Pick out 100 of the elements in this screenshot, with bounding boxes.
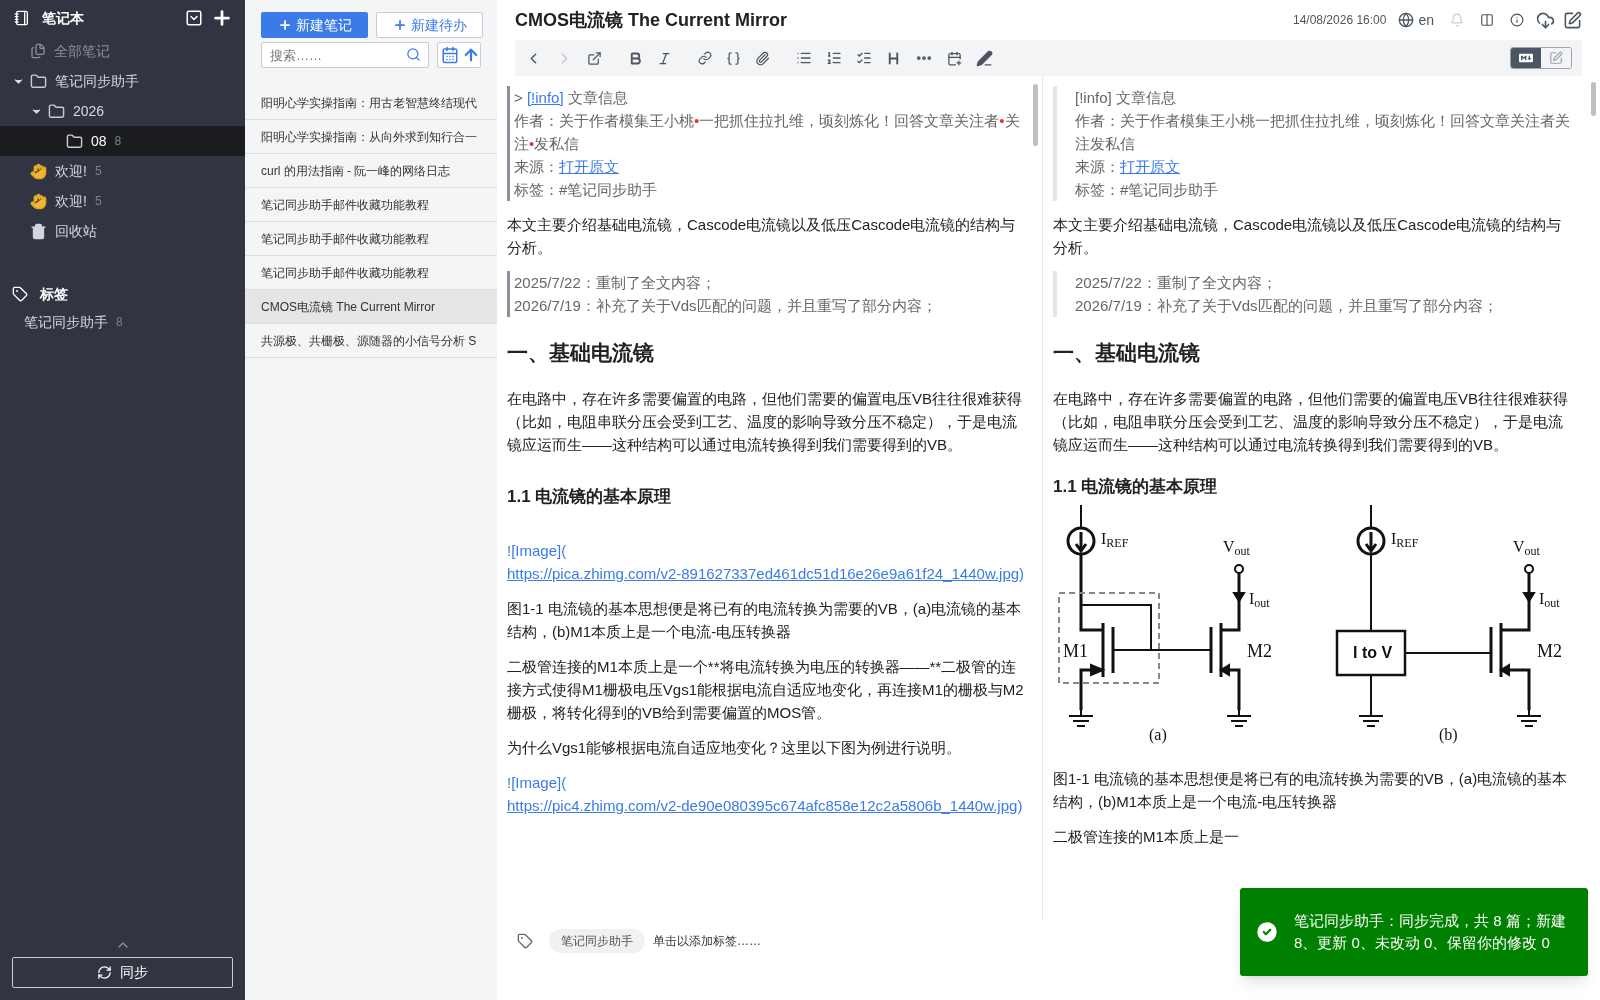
tags-title: 标签 [40,284,68,304]
notebook-item[interactable]: 欢迎! 5 [0,156,245,186]
search-field[interactable]: 搜索…… [261,42,429,68]
external-link-icon[interactable] [587,50,602,66]
trash-icon [30,222,47,240]
add-icon[interactable] [211,7,233,29]
calendar-icon[interactable] [441,46,459,64]
tag-chip[interactable]: 笔记同步助手 [549,929,645,953]
transistor-label: M2 [1247,642,1272,660]
italic-icon[interactable] [657,50,672,66]
insert-date-icon[interactable] [947,50,962,66]
numbered-list-icon[interactable] [826,50,842,66]
tag-icon [12,286,28,302]
quote-line: 标签：#笔记同步助手 [1075,180,1220,200]
paragraph: 二极管连接的M1本质上是一个**将电流转换为电压的转换器——**二极管的连接方式使得M1栅极电压Vgs1能根据电流自适应地变化，再连接M1的栅极与M2栅极，将转化得到的VB给到需要偏置的MOS管。 [507,657,1025,723]
notebook-label: 欢迎! [55,161,87,181]
new-note-button[interactable]: 新建笔记 [261,12,368,38]
quote-line: 2026/7/19：补充了关于Vds匹配的问题，并且重写了部分内容； [514,296,938,316]
note-count: 8 [114,133,122,150]
figure-caption: (a) [1149,727,1167,743]
quote-line: 标签：#笔记同步助手 [514,180,659,200]
transistor-label: M2 [1537,642,1562,660]
edit-icon [1549,51,1563,65]
hand-icon [30,192,47,210]
link[interactable]: [!info] [526,86,564,109]
quote-line: 作者：关于作者模集王小桃一把抓住拉扎维，顷刻炼化！回答文章关注者关注发私信 [1075,111,1570,154]
quote-line: 来源：打开原文 [1075,155,1570,178]
current-label: I$_{out}$ [1539,591,1560,607]
subheading: 1.1 电流镜的基本原理 [1053,475,1219,498]
cloud-download-icon[interactable] [1536,10,1555,30]
current-label: I$_{REF}$ [1101,531,1129,547]
attachment-icon[interactable] [755,50,770,66]
notebook-item[interactable]: 笔记同步助手 [0,66,245,96]
code-icon[interactable] [726,50,741,66]
notebook-label: 2026 [73,101,105,121]
notebook-label: 欢迎! [55,191,87,211]
markdown-icon [1519,51,1533,65]
bullet-list-icon[interactable] [796,50,812,66]
sync-button[interactable]: 同步 [12,957,233,988]
paragraph: ![Image]( https://pic4.zhimg.com/v2-de90e080395c674afc858e12c2a5806b_1440w.jpg) [507,771,1028,817]
quote-line: 2026/7/19：补充了关于Vds匹配的问题，并且重写了部分内容； [1075,296,1499,316]
note-count: 5 [94,193,102,210]
paragraph: 为什么Vgs1能够根据电流自适应地变化？这里以下图为例进行说明。 [507,738,963,758]
heading-icon[interactable] [886,50,901,66]
quote-line: 来源：打开原文 [514,155,1028,178]
voltage-label: V$_{out}$ [1223,539,1250,555]
link[interactable]: https://pic4.zhimg.com/v2-de90e080395c674afc858e12c2a5806b_1440w.jpg [507,794,1018,817]
checklist-icon[interactable] [856,50,872,66]
toast-message: 笔记同步助手：同步完成，共 8 篇；新建 8、更新 0、未改动 0、保留你的修改 0 [1294,911,1567,953]
sync-icon [97,965,112,980]
info-icon[interactable] [1510,13,1524,27]
quote-line: 2025/7/22：重制了全文内容； [1075,273,1278,293]
tag-icon [517,933,533,949]
notebook-item[interactable]: 全部笔记 [0,36,245,66]
notebook-item[interactable]: 08 8 [0,126,245,156]
tag-input[interactable]: 单击以添加标签…… [653,932,853,950]
check-icon [1254,919,1280,945]
heading: 一、基础电流镜 [1053,340,1201,366]
bold-icon[interactable] [628,50,643,66]
edit-icon[interactable] [1563,10,1582,30]
notebook-item[interactable]: 欢迎! 5 [0,186,245,216]
sort-icon[interactable] [462,46,480,64]
scrollbar-thumb[interactable] [1591,82,1596,116]
search-icon[interactable] [406,47,421,62]
subheading: 1.1 电流镜的基本原理 [507,485,673,508]
collapse-icon[interactable] [185,9,203,27]
paragraph: 在电路中，存在许多需要偏置的电路，但他们需要的偏置电压VB往往很难获得（比如，电阻串联分压会受到工艺、温度的影响导致分压不稳定），于是电流镜应运而生——这种结构可以通过电流转换得到我们需要得到的VB。 [507,388,1023,455]
pen-icon[interactable] [976,49,993,67]
paragraph: 二极管连接的M1本质上是一 [1053,827,1240,847]
folder-icon [48,102,65,120]
hand-icon [30,162,47,180]
paragraph: 在电路中，存在许多需要偏置的电路，但他们需要的偏置电压VB往往很难获得（比如，电阻串联分压会受到工艺、温度的影响导致分压不稳定），于是电流镜应运而生——这种结构可以通过电流转换得到我们需要得到的VB。 [1053,388,1569,455]
notebook-label: 08 [91,131,107,151]
columns-icon[interactable] [1480,13,1494,27]
notebook-item[interactable]: 回收站 [0,216,245,246]
markdown-view-toggle[interactable] [1511,48,1541,68]
globe-icon[interactable] [1398,12,1415,28]
link[interactable]: https://pica.zhimg.com/v2-891627337ed461dc51d16e26e9a61f24_1440w.jpg [507,562,1020,585]
paragraph: 图1-1 电流镜的基本思想便是将已有的电流转换为需要的VB，(a)电流镜的基本结构，(b)M1本质上是一个电流-电压转换器 [507,599,1023,642]
notebook-label: 回收站 [55,221,97,241]
current-label: I$_{out}$ [1249,591,1270,607]
note-count: 5 [94,163,102,180]
new-todo-button[interactable]: 新建待办 [376,12,483,38]
note-title[interactable]: CMOS电流镜 The Current Mirror [515,6,1293,34]
note-item[interactable]: CMOS电流镜 The Current Mirror [245,290,497,324]
tag-item[interactable]: 笔记同步助手 8 [0,308,245,336]
link[interactable]: 打开原文 [1120,155,1180,178]
transistor-label: M1 [1063,642,1088,660]
link-icon[interactable] [698,51,712,65]
quote-line: [!info] 文章信息 [1075,88,1177,108]
notebook-item[interactable]: 2026 [0,96,245,126]
scrollbar-thumb[interactable] [1033,84,1038,146]
paragraph: 本文主要介绍基础电流镜，Cascode电流镜以及低压Cascode电流镜的结构与分析。 [1053,215,1563,258]
current-label: I$_{REF}$ [1391,531,1419,547]
folder-icon [66,132,83,150]
figure-caption: (b) [1439,727,1458,743]
heading: 一、基础电流镜 [507,340,655,366]
language-label[interactable]: en [1418,9,1434,31]
link[interactable]: 打开原文 [559,155,619,178]
folder-icon [30,72,47,90]
